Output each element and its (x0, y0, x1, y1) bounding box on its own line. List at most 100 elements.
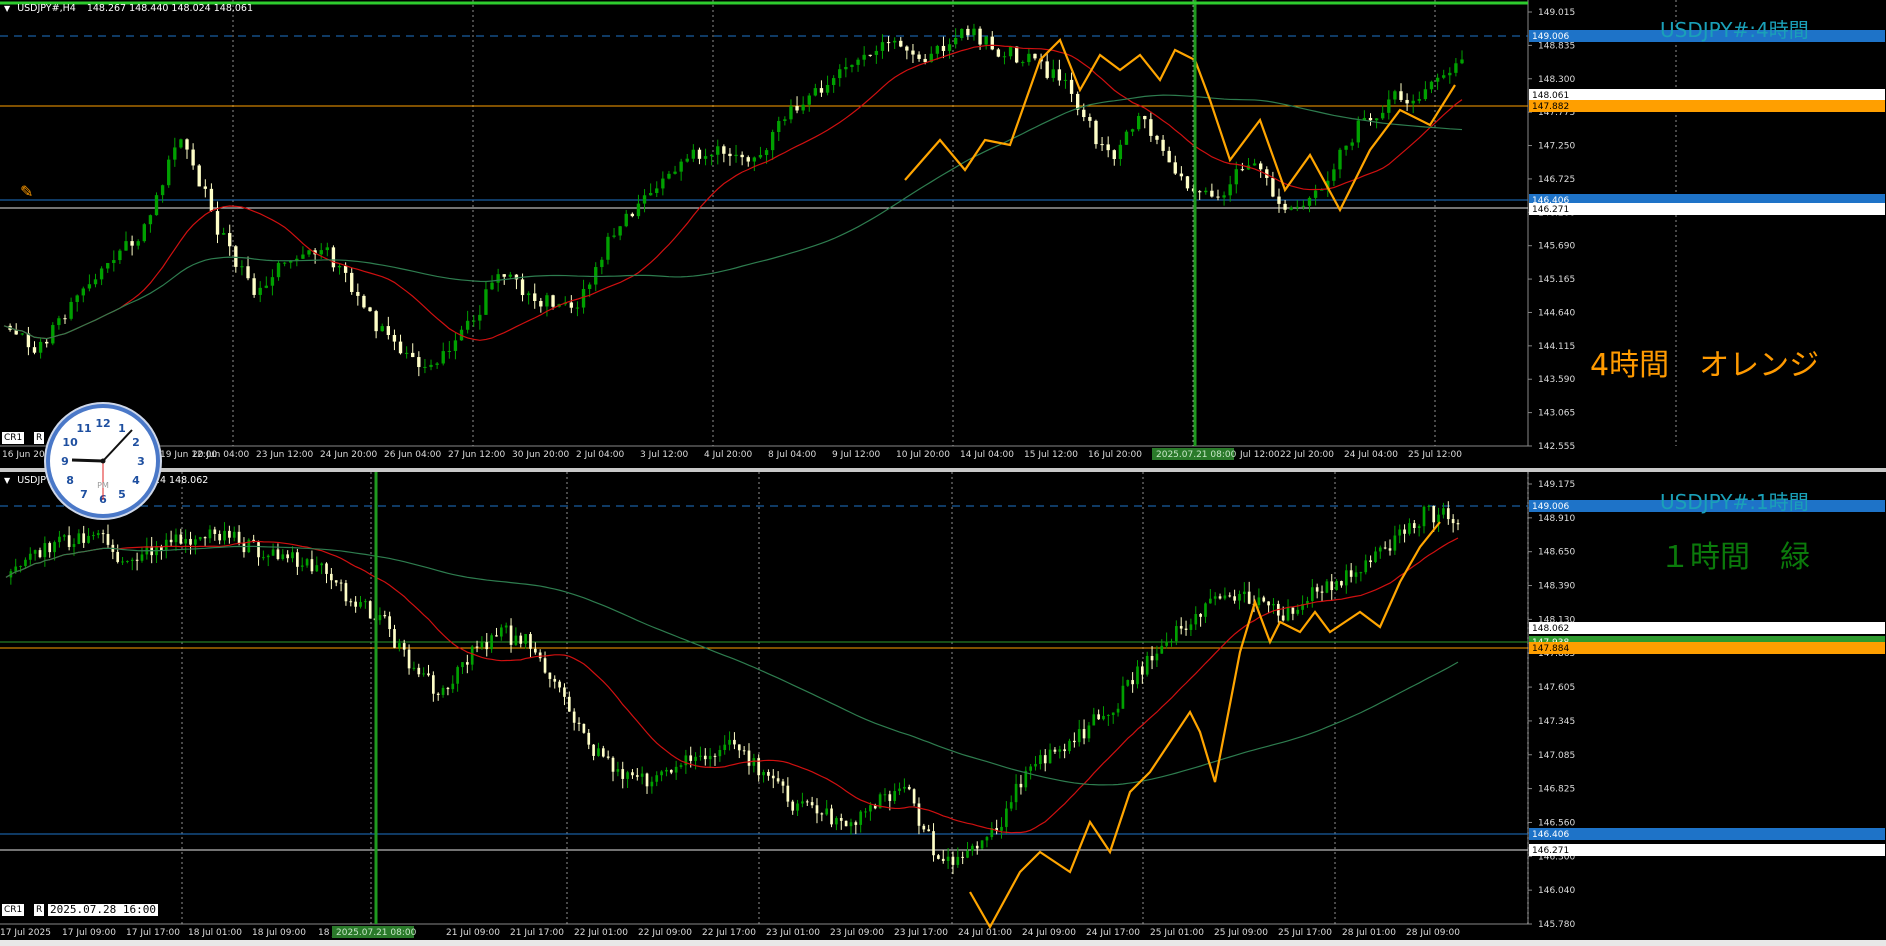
price-label: 146.725 (1538, 175, 1575, 185)
candle-body (685, 158, 689, 162)
candle-body (1100, 144, 1104, 146)
candle-body (665, 769, 668, 772)
candle-body (1262, 597, 1266, 602)
clock-number: 2 (132, 436, 140, 449)
candle-body (624, 213, 628, 227)
ma-slow-line (5, 545, 1459, 786)
candle-body (93, 279, 98, 285)
candle-body (1446, 508, 1450, 520)
candle-body (752, 157, 757, 162)
candle-body (257, 542, 260, 558)
time-label: 15 Jul 12:00 (1024, 450, 1078, 460)
candle-body (917, 54, 921, 59)
candle-body (1460, 59, 1464, 64)
candle-body (898, 788, 901, 792)
candle-body (48, 543, 52, 553)
candle-body (1271, 177, 1275, 197)
candle-body (553, 678, 557, 682)
candle-body (708, 755, 712, 760)
candle-body (903, 786, 906, 789)
candle-body (404, 352, 409, 354)
candle-body (1383, 547, 1387, 549)
clock-number: 7 (80, 488, 88, 501)
candle-body (1432, 505, 1436, 523)
candle-body (1259, 163, 1263, 170)
candle-body (674, 766, 678, 773)
candle-body (844, 820, 848, 827)
price-marker-label: 149.006 (1532, 32, 1569, 42)
candle-body (203, 537, 207, 539)
candle-body (718, 749, 722, 757)
candle-body (402, 643, 406, 650)
date-crosshair-box: 2025.07.28 16:00 (48, 903, 158, 916)
candle-body (1058, 749, 1062, 752)
candle-body (801, 104, 805, 111)
candle-body (51, 325, 55, 344)
candle-body (368, 307, 372, 312)
chart-pane-h1[interactable]: 149.175 148.910 148.650 148.390 148.130 147.8… (0, 472, 1886, 946)
candle-body (276, 549, 280, 560)
candle-body (762, 771, 765, 776)
cr1-button[interactable]: CR1 (2, 432, 25, 444)
candle-body (429, 364, 433, 367)
analog-clock-widget[interactable]: 121234567891011 PM (46, 404, 160, 518)
candle-body (733, 739, 736, 745)
chart-tab-bar[interactable] (0, 940, 1886, 946)
candle-body (905, 46, 909, 51)
candle-body (1222, 195, 1226, 198)
clock-number: 8 (66, 474, 74, 487)
candle-body (1422, 506, 1426, 527)
h4-chart-canvas[interactable]: 149.015148.835148.300147.775147.250146.7… (0, 0, 1886, 468)
candle-body (849, 822, 853, 827)
candle-body (810, 802, 814, 806)
chart-note: 4時間 オレンジ (1590, 348, 1820, 383)
candle-body (1412, 523, 1416, 528)
chart-pane-h4[interactable]: 149.015 148.835 148.300 147.775 147.250 146.7… (0, 0, 1886, 468)
candle-body (359, 602, 362, 607)
candle-body (392, 335, 397, 342)
candle-body (1194, 613, 1198, 625)
clock-number: 4 (132, 474, 140, 487)
candle-body (703, 755, 707, 760)
candle-body (1039, 755, 1042, 764)
candle-body (45, 341, 49, 344)
candle-body (529, 634, 532, 649)
r-button[interactable]: R (34, 904, 45, 916)
candle-body (118, 250, 122, 261)
clock-number: 11 (76, 422, 91, 435)
price-label: 146.825 (1538, 785, 1575, 795)
time-label: 24 Jun 20:00 (320, 450, 377, 460)
candle-body (1149, 119, 1153, 136)
candle-body (398, 643, 401, 648)
price-label: 145.780 (1538, 920, 1575, 930)
clock-number: 1 (118, 422, 126, 435)
candle-body (179, 139, 183, 148)
candle-body (932, 831, 935, 856)
candle-body (282, 262, 287, 264)
candle-body (650, 781, 654, 787)
candle-body (679, 161, 683, 172)
cr1-button[interactable]: CR1 (2, 904, 25, 916)
candle-body (888, 794, 892, 801)
r-button[interactable]: R (34, 432, 45, 444)
candle-body (28, 553, 32, 560)
time-label: 21 Jul 17:00 (510, 928, 564, 938)
price-marker-label: 147.882 (1532, 102, 1569, 112)
h1-chart-canvas[interactable]: 149.175148.910148.650148.390148.130147.8… (0, 472, 1886, 946)
candle-body (703, 156, 708, 159)
candle-body (581, 288, 586, 308)
candle-body (228, 530, 231, 538)
candle-body (616, 769, 620, 772)
candle-body (427, 673, 430, 676)
pencil-icon[interactable]: ✎ (20, 182, 33, 201)
time-label: 25 Jul 12:00 (1408, 450, 1462, 460)
collapse-icon[interactable]: ▼ (4, 4, 10, 13)
candle-body (191, 149, 195, 166)
candle-body (169, 539, 173, 543)
candle-body (393, 629, 396, 648)
price-marker-label: 146.406 (1532, 830, 1569, 840)
candle-body (349, 601, 353, 603)
candle-body (502, 274, 506, 277)
collapse-icon[interactable]: ▼ (4, 476, 10, 485)
candle-body (281, 554, 285, 560)
